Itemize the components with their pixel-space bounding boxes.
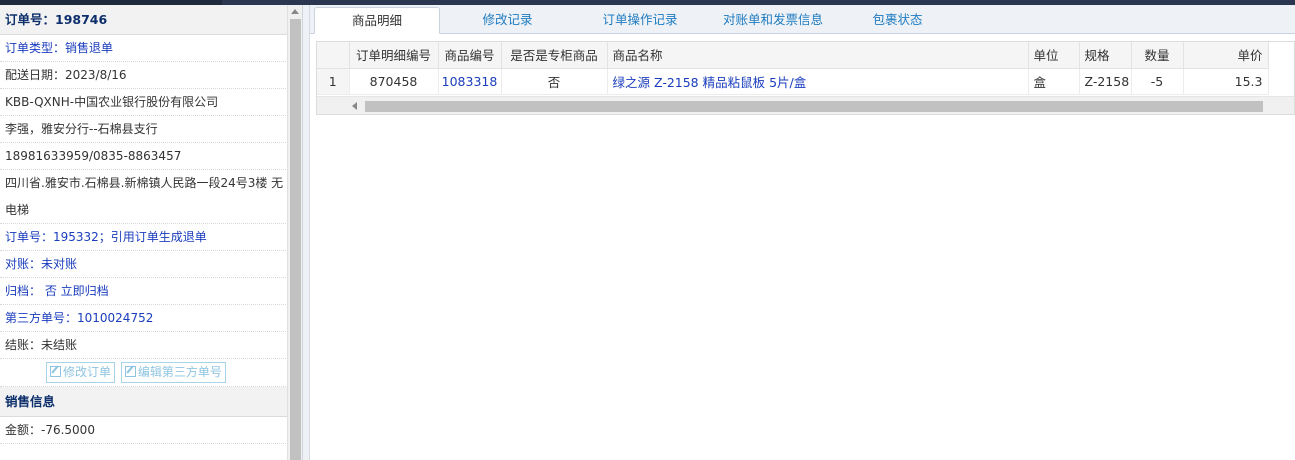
order-info-panel: 订单号：198746 订单类型：销售退单 配送日期：2023/8/16 KBB-…: [0, 5, 303, 460]
sales-amount: 金额：-76.5000: [0, 417, 288, 444]
product-name-link[interactable]: 绿之源 Z-2158 精品粘鼠板 5片/盒: [607, 68, 1029, 95]
contact-person: 李强，雅安分行--石棉县支行: [0, 116, 288, 143]
order-type: 订单类型：销售退单: [0, 35, 288, 62]
customer-name: KBB-QXNH-中国农业银行股份有限公司: [0, 89, 288, 116]
unit-cell: 盒: [1028, 68, 1080, 95]
column-header[interactable]: 是否是专柜商品: [501, 42, 608, 69]
column-header[interactable]: 单位: [1028, 42, 1080, 69]
tab-statement-invoice[interactable]: 对账单和发票信息: [707, 7, 839, 34]
tab-package-status[interactable]: 包裹状态: [845, 7, 950, 34]
unit-price-cell: 15.3: [1183, 68, 1269, 95]
table-row[interactable]: 1 870458 1083318 否 绿之源 Z-2158 精品粘鼠板 5片/盒…: [317, 68, 1269, 95]
tab-bar: 商品明细 修改记录 订单操作记录 对账单和发票信息 包裹状态: [310, 5, 1295, 34]
grid-horizontal-scrollbar[interactable]: [317, 96, 1294, 114]
rownum-header: [317, 42, 350, 69]
contact-phone: 18981633959/0835-8863457: [0, 143, 288, 170]
edit-third-party-button[interactable]: 编辑第三方单号: [120, 362, 226, 383]
quantity-cell: -5: [1131, 68, 1184, 95]
column-header[interactable]: 商品名称: [607, 42, 1029, 69]
tab-product-details[interactable]: 商品明细: [314, 7, 440, 34]
edit-icon: [50, 366, 61, 377]
product-grid: 订单明细编号 商品编号 是否是专柜商品 商品名称 单位 规格 数量 单价 1 8…: [316, 41, 1295, 115]
edit-order-button[interactable]: 修改订单: [46, 362, 116, 383]
grid-header-row: 订单明细编号 商品编号 是否是专柜商品 商品名称 单位 规格 数量 单价: [317, 42, 1269, 69]
reference-order[interactable]: 订单号：195332；引用订单生成退单: [0, 224, 288, 251]
spec-cell: Z-2158: [1079, 68, 1132, 95]
product-id-link[interactable]: 1083318: [438, 68, 502, 95]
detail-panel: 商品明细 修改记录 订单操作记录 对账单和发票信息 包裹状态 订单明细编号 商品…: [310, 5, 1295, 460]
column-header[interactable]: 订单明细编号: [349, 42, 439, 69]
edit-icon: [124, 366, 136, 377]
row-number: 1: [317, 68, 350, 95]
counter-product-cell: 否: [501, 68, 608, 95]
action-buttons: 修改订单 编辑第三方单号: [0, 359, 288, 387]
scroll-up-arrow-icon[interactable]: [291, 9, 299, 14]
reconcile-status: 对账：未对账: [0, 251, 288, 278]
scroll-left-arrow-icon[interactable]: [352, 102, 357, 110]
column-header[interactable]: 商品编号: [438, 42, 502, 69]
tab-change-log[interactable]: 修改记录: [450, 7, 565, 34]
grid-scrollbar-thumb[interactable]: [365, 101, 1263, 112]
delivery-address: 四川省.雅安市.石棉县.新棉镇人民路一段24号3楼 无电梯: [0, 170, 288, 224]
third-party-number: 第三方单号：1010024752: [0, 305, 288, 332]
delivery-date: 配送日期：2023/8/16: [0, 62, 288, 89]
tab-order-operation-log[interactable]: 订单操作记录: [575, 7, 705, 34]
order-number-header: 订单号：198746: [0, 5, 288, 35]
panel-splitter[interactable]: [303, 5, 310, 460]
left-scrollbar[interactable]: [287, 5, 302, 460]
sales-info-header: 销售信息: [0, 387, 288, 417]
column-header[interactable]: 数量: [1131, 42, 1184, 69]
column-header[interactable]: 单价: [1183, 42, 1269, 69]
left-scrollbar-thumb[interactable]: [290, 19, 301, 460]
settlement-status: 结账：未结账: [0, 332, 288, 359]
detail-id-cell: 870458: [349, 68, 439, 95]
column-header[interactable]: 规格: [1079, 42, 1132, 69]
archive-status[interactable]: 归档： 否 立即归档: [0, 278, 288, 305]
